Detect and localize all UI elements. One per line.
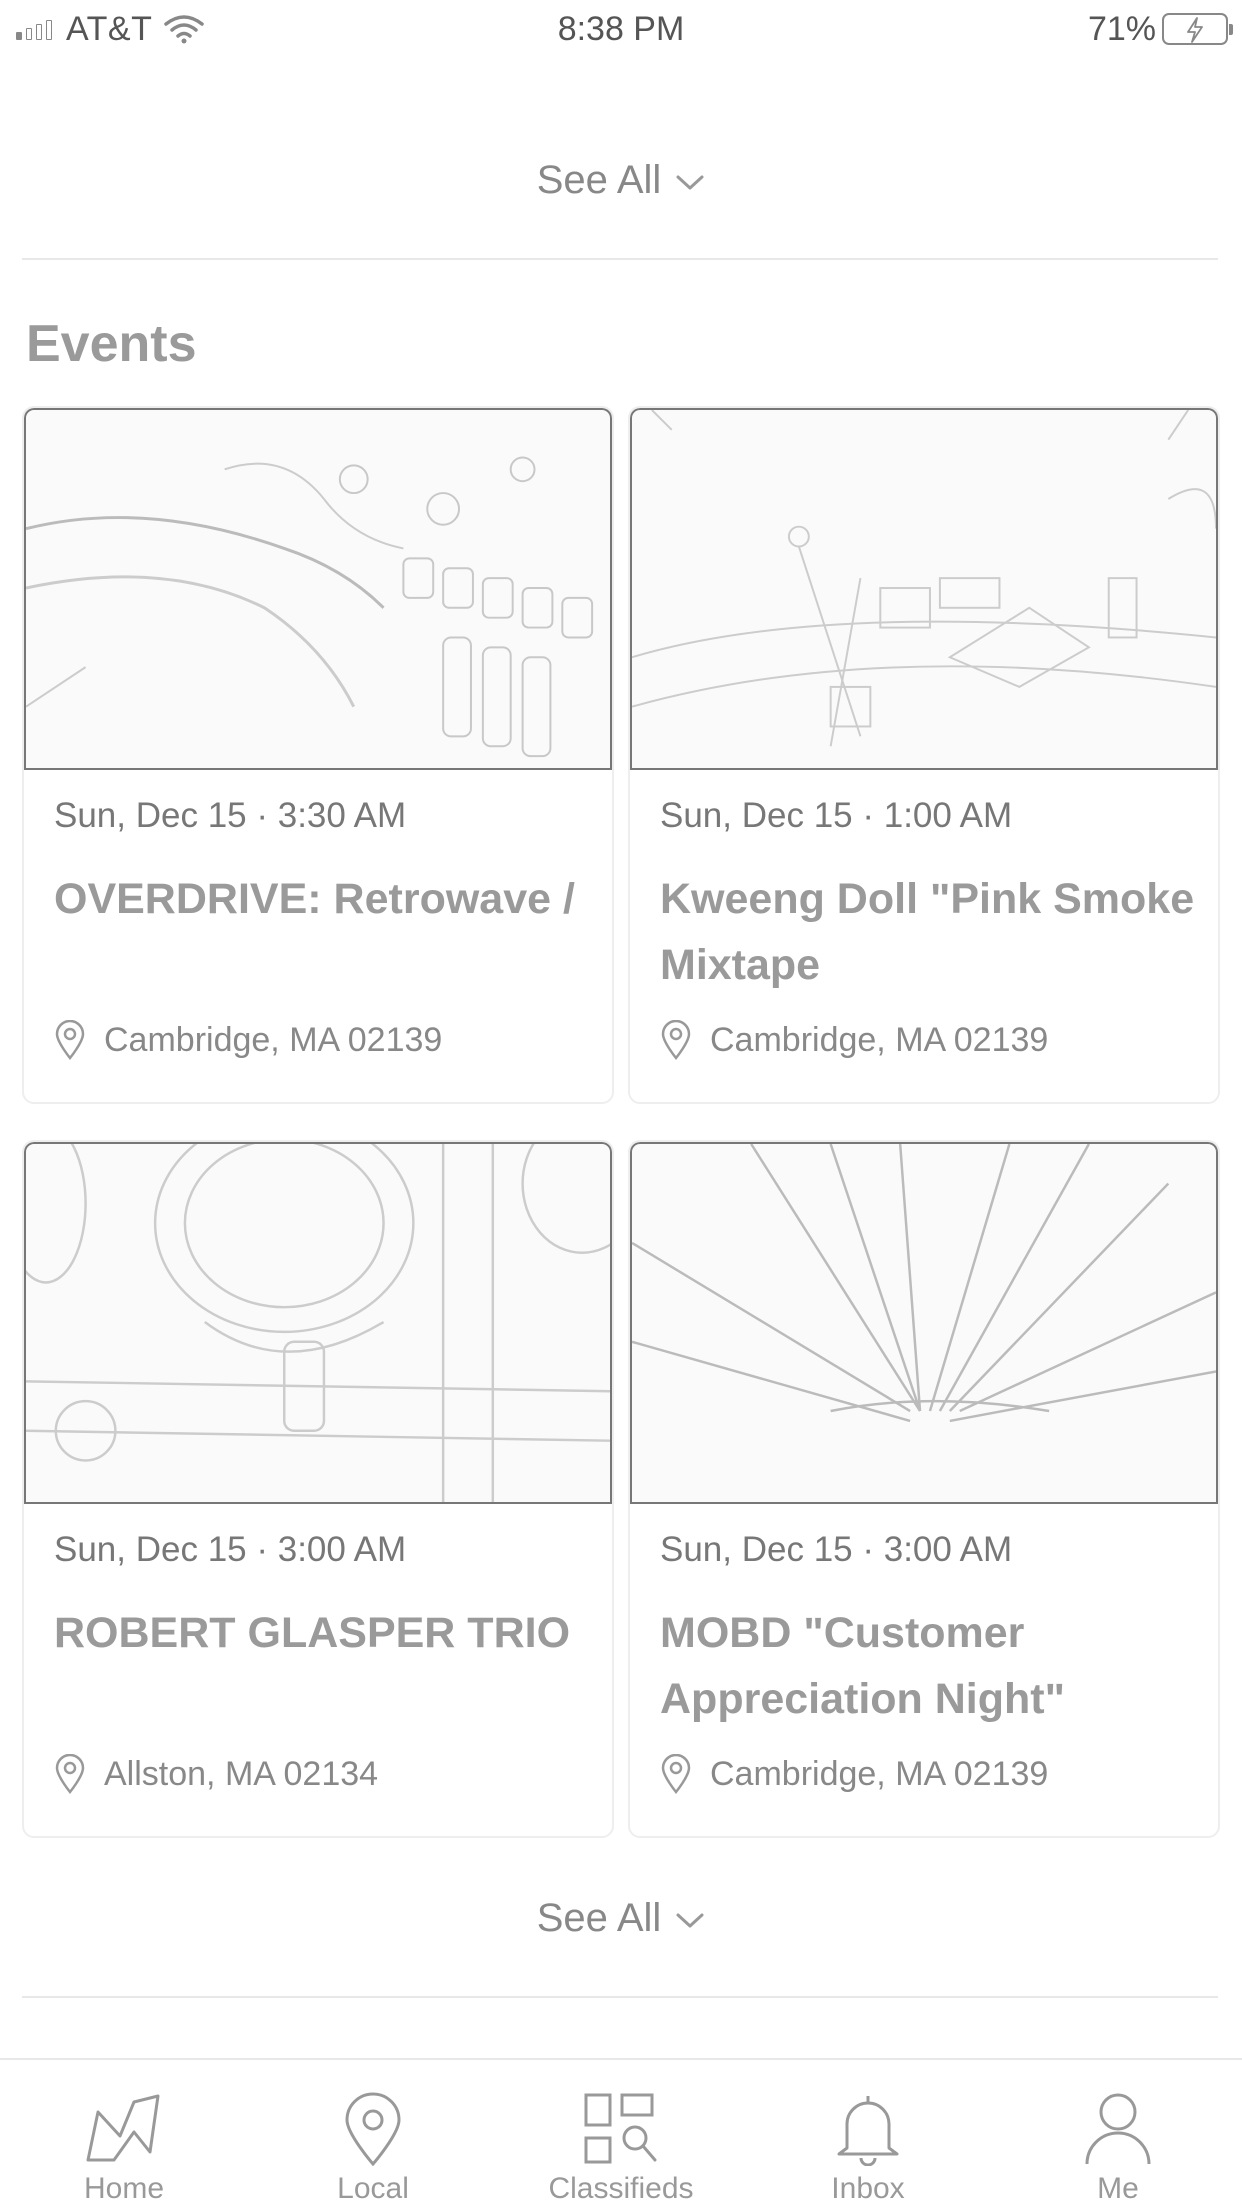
tab-local[interactable]: Local bbox=[273, 2082, 473, 2206]
section-divider bbox=[22, 1996, 1218, 1998]
section-divider bbox=[22, 258, 1218, 260]
event-image bbox=[630, 1142, 1218, 1504]
event-image bbox=[24, 1142, 612, 1504]
tab-classifieds[interactable]: Classifieds bbox=[521, 2082, 721, 2206]
event-location-text: Cambridge, MA 02139 bbox=[710, 1754, 1049, 1793]
tab-label: Home bbox=[83, 2172, 165, 2205]
home-map-icon bbox=[86, 2094, 160, 2162]
tab-bar: Home Local Classifieds Inbox Me bbox=[0, 2058, 1242, 2208]
chevron-down-icon bbox=[676, 1913, 704, 1927]
events-section-title: Events bbox=[26, 315, 197, 373]
event-date: Sun, Dec 15 · 1:00 AM bbox=[660, 796, 1013, 835]
event-card[interactable]: Sun, Dec 15 · 1:00 AM Kweeng Doll "Pink … bbox=[628, 406, 1220, 1104]
tab-label: Local bbox=[337, 2172, 409, 2205]
event-location-text: Cambridge, MA 02139 bbox=[104, 1020, 443, 1059]
event-date: Sun, Dec 15 · 3:00 AM bbox=[54, 1530, 407, 1569]
tab-home[interactable]: Home bbox=[24, 2082, 224, 2206]
location-pin-icon bbox=[661, 1020, 691, 1060]
event-title: MOBD "Customer Appreciation Night" bbox=[660, 1609, 1065, 1723]
event-card[interactable]: Sun, Dec 15 · 3:30 AM OVERDRIVE: Retrowa… bbox=[22, 406, 614, 1104]
tab-me[interactable]: Me bbox=[1018, 2082, 1218, 2206]
event-location-text: Cambridge, MA 02139 bbox=[710, 1020, 1049, 1059]
tab-label: Inbox bbox=[831, 2172, 905, 2205]
tab-label: Me bbox=[1097, 2172, 1139, 2205]
charging-bolt-icon bbox=[1187, 17, 1203, 43]
bell-icon bbox=[837, 2096, 899, 2166]
event-location: Cambridge, MA 02139 bbox=[54, 1020, 442, 1060]
status-bar: AT&T 8:38 PM 71% bbox=[0, 0, 1242, 60]
tab-label: Classifieds bbox=[548, 2172, 694, 2205]
chevron-down-icon bbox=[676, 175, 704, 189]
event-image bbox=[630, 408, 1218, 770]
event-location-text: Allston, MA 02134 bbox=[104, 1754, 379, 1793]
event-location: Allston, MA 02134 bbox=[54, 1754, 378, 1794]
status-time: 8:38 PM bbox=[557, 10, 685, 48]
event-card[interactable]: Sun, Dec 15 · 3:00 AM ROBERT GLASPER TRI… bbox=[22, 1140, 614, 1838]
event-title: OVERDRIVE: Retrowave / bbox=[54, 875, 575, 923]
see-all-top-button[interactable]: See All bbox=[0, 158, 1242, 203]
event-image bbox=[24, 408, 612, 770]
event-date: Sun, Dec 15 · 3:30 AM bbox=[54, 796, 407, 835]
location-pin-icon bbox=[345, 2092, 401, 2166]
see-all-label: See All bbox=[536, 158, 662, 202]
see-all-label: See All bbox=[536, 1896, 662, 1940]
event-card[interactable]: Sun, Dec 15 · 3:00 AM MOBD "Customer App… bbox=[628, 1140, 1220, 1838]
classifieds-grid-icon bbox=[584, 2093, 657, 2164]
person-icon bbox=[1085, 2093, 1151, 2165]
location-pin-icon bbox=[55, 1020, 85, 1060]
event-location: Cambridge, MA 02139 bbox=[660, 1754, 1048, 1794]
location-pin-icon bbox=[55, 1754, 85, 1794]
tab-inbox[interactable]: Inbox bbox=[768, 2082, 968, 2206]
event-title: ROBERT GLASPER TRIO bbox=[54, 1609, 571, 1657]
event-location: Cambridge, MA 02139 bbox=[660, 1020, 1048, 1060]
location-pin-icon bbox=[661, 1754, 691, 1794]
event-title: Kweeng Doll "Pink Smoke Mixtape bbox=[660, 875, 1195, 989]
event-date: Sun, Dec 15 · 3:00 AM bbox=[660, 1530, 1013, 1569]
battery-icon bbox=[1162, 13, 1233, 45]
see-all-events-button[interactable]: See All bbox=[0, 1896, 1242, 1941]
battery-percentage: 71% bbox=[1087, 9, 1156, 48]
